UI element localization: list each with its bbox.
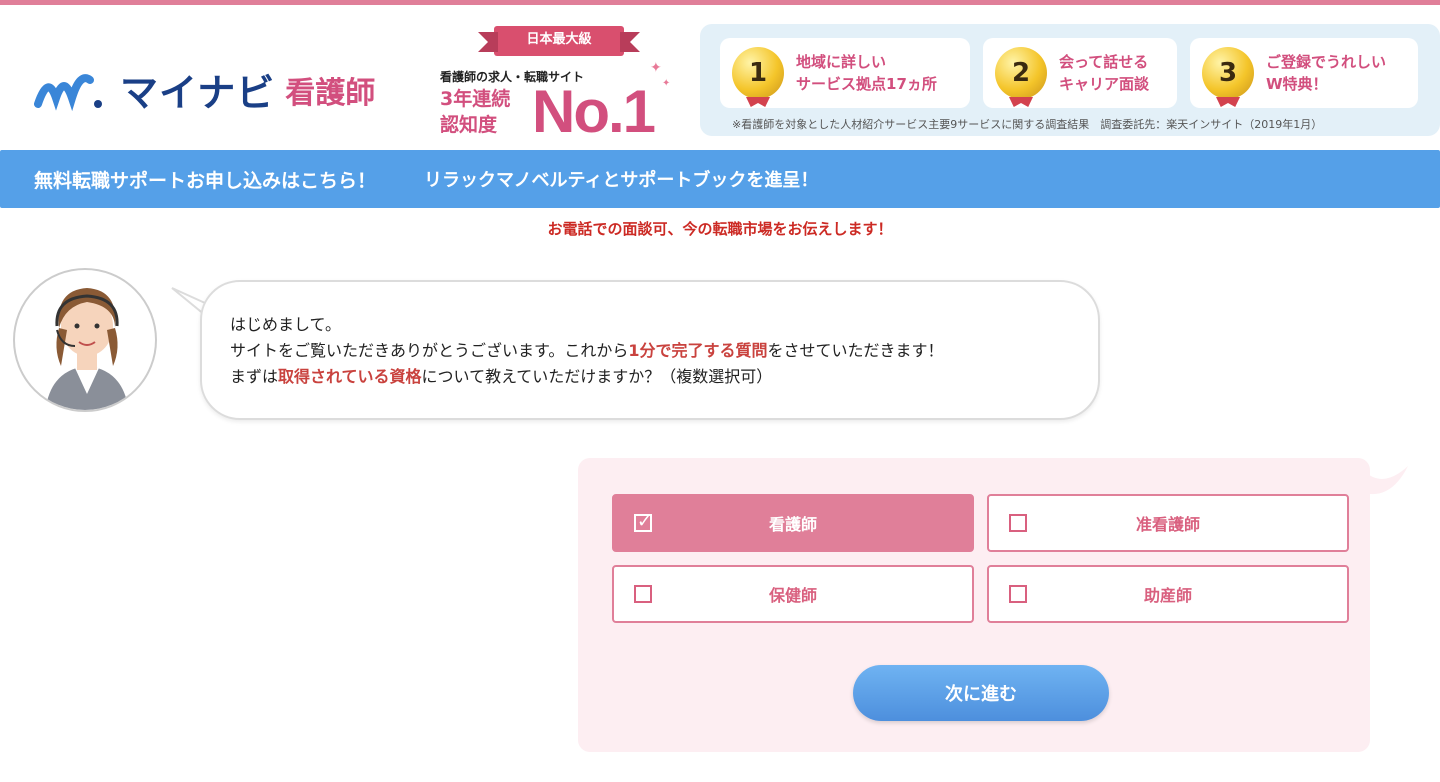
award-badge: 日本最大級 看護師の求人・転職サイト 3年連続 認知度 No.1 ✦ ✦	[436, 26, 676, 145]
checkbox-icon	[634, 585, 652, 603]
feature-badge-3: 3 ご登録でうれしい W特典！	[1190, 38, 1418, 108]
feature-subtitle: W特典！	[1266, 75, 1328, 93]
award-years: 3年連続	[440, 88, 511, 110]
check-icon: ✓	[637, 511, 653, 532]
advisor-speech-bubble: はじめまして。 サイトをご覧いただきありがとうございます。これから1分で完了する…	[200, 280, 1100, 420]
option-label: 准看護師	[1135, 515, 1200, 534]
logo-subtext: 看護師	[285, 75, 376, 111]
sparkle-icon: ✦	[650, 60, 662, 76]
option-hokenshi[interactable]: 保健師	[612, 565, 974, 623]
next-button[interactable]: 次に進む	[853, 665, 1109, 721]
medal-icon: 3	[1202, 47, 1254, 99]
feature-badges: 1 地域に詳しい サービス拠点17ヵ所 2 会って話せる キャリア面談 3 ご登…	[700, 24, 1440, 136]
checkbox-icon	[1009, 514, 1027, 532]
option-label: 看護師	[768, 515, 817, 534]
feature-badge-1: 1 地域に詳しい サービス拠点17ヵ所	[720, 38, 970, 108]
option-kangoshi[interactable]: ✓ 看護師	[612, 494, 974, 552]
award-rank: No.1	[532, 78, 656, 145]
award-category: 認知度	[440, 114, 498, 136]
logo-mark-icon	[34, 73, 102, 111]
feature-subtitle: サービス拠点17ヵ所	[796, 75, 937, 93]
phone-interview-notice: お電話での面談可、今の転職市場をお伝えします！	[547, 220, 893, 238]
site-logo[interactable]: マイナビ 看護師	[34, 62, 375, 117]
survey-footnote: ※看護師を対象とした人材紹介サービス主要9サービスに関する調査結果 調査委託先：…	[732, 118, 1323, 131]
banner-gift-text: リラックマノベルティとサポートブックを進呈！	[424, 170, 819, 191]
advisor-illustration-icon	[45, 288, 129, 410]
question-line: まずは取得されている資格について教えていただけますか？（複数選択可）	[230, 367, 773, 386]
banner-signup-text: 無料転職サポートお申し込みはこちら！	[34, 169, 377, 192]
signup-banner[interactable]: 無料転職サポートお申し込みはこちら！ リラックマノベルティとサポートブックを進呈…	[0, 150, 1440, 208]
medal-icon: 2	[995, 47, 1047, 99]
option-label: 助産師	[1143, 586, 1192, 605]
feature-subtitle: キャリア面談	[1059, 75, 1150, 93]
medal-icon: 1	[732, 47, 784, 99]
top-accent-line	[0, 0, 1440, 5]
option-josanshi[interactable]: 助産師	[987, 565, 1349, 623]
checkbox-icon	[1009, 585, 1027, 603]
feature-title: ご登録でうれしい	[1266, 53, 1387, 71]
feature-title: 会って話せる	[1059, 53, 1149, 71]
intro-line: サイトをご覧いただきありがとうございます。これから1分で完了する質問をさせていた…	[230, 341, 944, 360]
greeting-line: はじめまして。	[230, 315, 342, 334]
option-junkangoshi[interactable]: 准看護師	[987, 494, 1349, 552]
sparkle-icon: ✦	[662, 78, 671, 89]
award-ribbon: 日本最大級	[478, 26, 640, 56]
feature-title: 地域に詳しい	[796, 53, 887, 71]
logo-text: マイナビ	[120, 71, 276, 115]
option-label: 保健師	[768, 586, 817, 605]
feature-badge-2: 2 会って話せる キャリア面談	[983, 38, 1177, 108]
advisor-avatar	[13, 268, 157, 412]
